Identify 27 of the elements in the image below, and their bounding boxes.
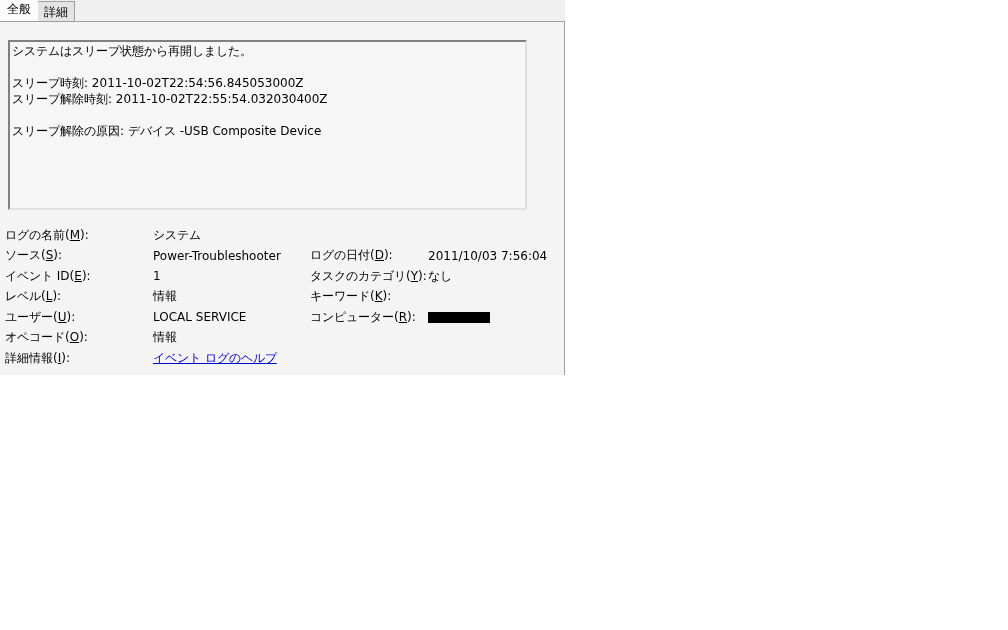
description-line: スリープ解除時刻: 2011-10-02T22:55:54.032030400Z xyxy=(12,91,329,107)
field-label: オペコード(O): xyxy=(5,329,88,347)
description-line: システムはスリープ状態から再開しました。 xyxy=(12,43,253,59)
redacted-block xyxy=(428,311,490,323)
field-value: 1 xyxy=(153,269,161,284)
field-label: 詳細情報(I): xyxy=(5,349,70,367)
field-value: 情報 xyxy=(153,329,177,347)
field-label: キーワード(K): xyxy=(310,288,392,306)
field-label: ログの日付(D): xyxy=(310,247,393,265)
field-value: 情報 xyxy=(153,288,177,306)
field-value: 2011/10/03 7:56:04 xyxy=(428,248,548,263)
field-value: システム xyxy=(153,226,201,244)
field-label: タスクのカテゴリ(Y): xyxy=(310,267,427,285)
field-label: ユーザー(U): xyxy=(5,308,76,326)
field-label: ソース(S): xyxy=(5,247,63,265)
field-label: イベント ID(E): xyxy=(5,267,91,285)
field-value: なし xyxy=(428,267,452,285)
field-label: ログの名前(M): xyxy=(5,226,89,244)
field-value: Power-Troubleshooter xyxy=(153,248,281,263)
field-label: コンピューター(R): xyxy=(310,308,416,326)
description-line: スリープ解除の原因: デバイス -USB Composite Device xyxy=(12,123,323,139)
field-value: LOCAL SERVICE xyxy=(153,310,247,325)
description-line: スリープ時刻: 2011-10-02T22:54:56.845053000Z xyxy=(12,75,305,91)
field-label: レベル(L): xyxy=(5,288,62,306)
tab[interactable]: 詳細 xyxy=(37,1,75,21)
help-link[interactable]: イベント ログのヘルプ xyxy=(153,349,277,367)
tab[interactable]: 全般 xyxy=(0,0,38,21)
